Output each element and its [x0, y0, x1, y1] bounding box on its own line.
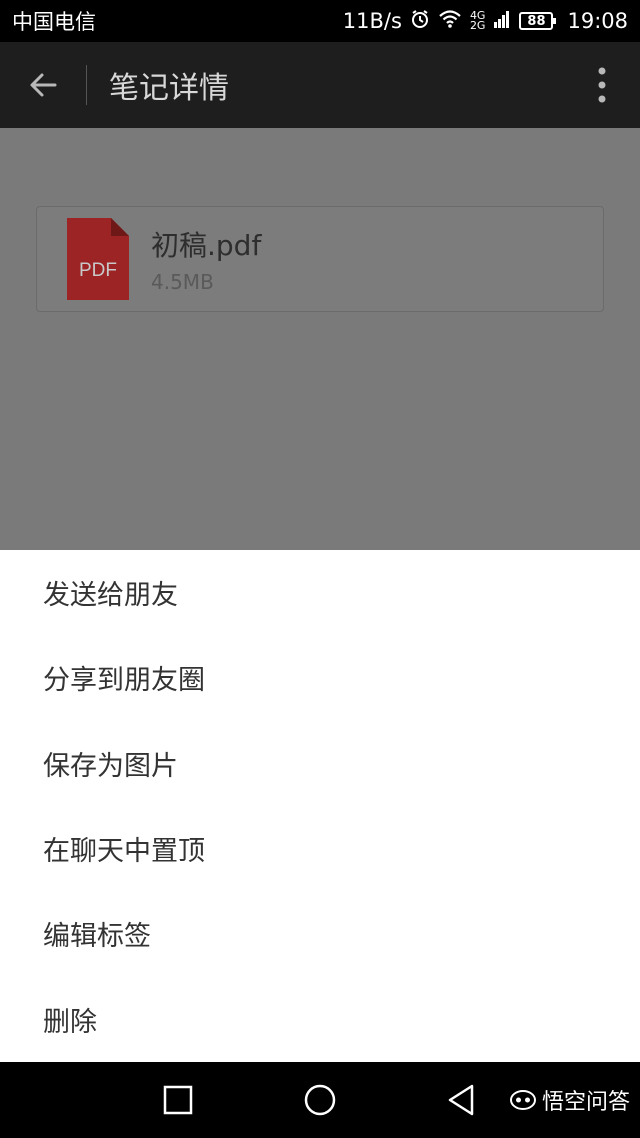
page-title: 笔记详情 [109, 71, 229, 106]
net-speed: 11B/s [342, 9, 402, 33]
app-bar: 笔记详情 [0, 42, 640, 128]
network-type-icon: 4G 2G [469, 9, 486, 32]
menu-item-edit-tags[interactable]: 编辑标签 [0, 891, 640, 976]
wukong-logo-icon [509, 1090, 536, 1110]
alarm-icon [410, 9, 430, 34]
battery-icon: 88 [519, 12, 557, 30]
arrow-left-icon [30, 73, 57, 97]
file-name: 初稿.pdf [151, 229, 262, 262]
square-icon [163, 1085, 193, 1115]
pdf-file-icon: PDF [67, 218, 129, 300]
triangle-back-icon [448, 1084, 474, 1116]
file-info: 初稿.pdf 4.5MB [151, 224, 261, 294]
home-button[interactable] [302, 1082, 338, 1118]
signal-icon [493, 9, 511, 33]
watermark: 悟空问答 [509, 1084, 630, 1116]
more-options-button[interactable] [564, 42, 640, 128]
back-button[interactable] [0, 42, 86, 128]
file-size: 4.5MB [151, 270, 214, 294]
recent-apps-button[interactable] [160, 1082, 196, 1118]
back-nav-button[interactable] [444, 1082, 480, 1118]
clock: 19:08 [567, 9, 628, 33]
status-icons: 11B/s 4G 2G 88 19:08 [343, 9, 628, 34]
system-nav-bar: 悟空问答 [0, 1062, 640, 1138]
wifi-icon [438, 9, 462, 34]
circle-icon [304, 1084, 336, 1116]
note-content: PDF 初稿.pdf 4.5MB [0, 128, 640, 550]
menu-item-share-to-moments[interactable]: 分享到朋友圈 [0, 635, 640, 720]
action-sheet: 发送给朋友 分享到朋友圈 保存为图片 在聊天中置顶 编辑标签 删除 [0, 550, 640, 1062]
carrier-name: 中国电信 [12, 10, 96, 34]
more-vertical-icon [598, 67, 606, 103]
status-bar: 中国电信 11B/s 4G 2G 88 19:08 [0, 0, 640, 42]
menu-item-delete[interactable]: 删除 [0, 976, 640, 1061]
file-attachment-card[interactable]: PDF 初稿.pdf 4.5MB [36, 206, 604, 312]
menu-item-save-as-image[interactable]: 保存为图片 [0, 721, 640, 806]
menu-item-send-to-friend[interactable]: 发送给朋友 [0, 550, 640, 635]
menu-item-pin-in-chat[interactable]: 在聊天中置顶 [0, 806, 640, 891]
